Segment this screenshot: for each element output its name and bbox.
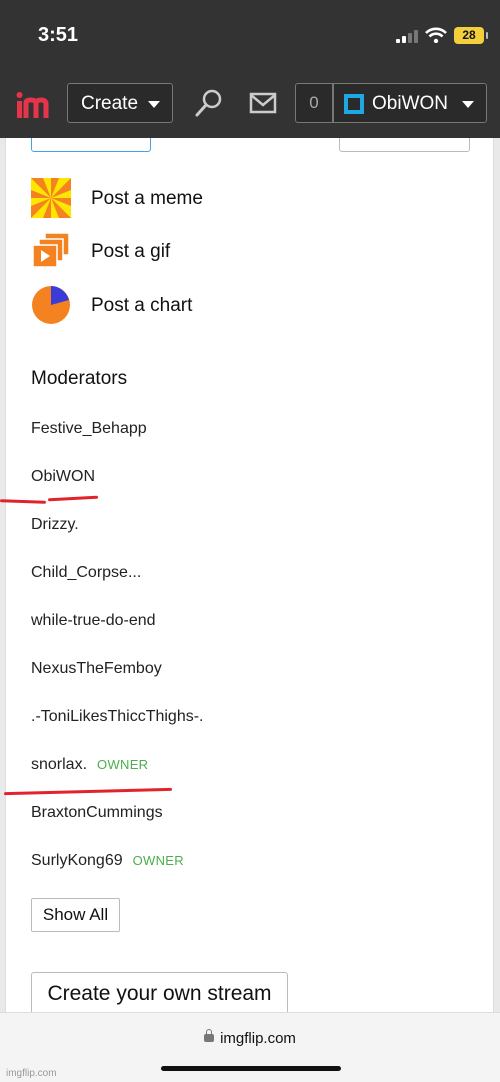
- moderator-link[interactable]: SurlyKong69 OWNER: [31, 852, 184, 870]
- moderator-link[interactable]: BraxtonCummings: [31, 804, 163, 822]
- create-stream-button[interactable]: Create your own stream: [31, 972, 288, 1015]
- moderator-link[interactable]: Drizzy.: [31, 516, 79, 534]
- moderator-link[interactable]: ObiWON: [31, 468, 95, 486]
- moderator-name: SurlyKong69: [31, 852, 123, 869]
- partially-hidden-button-right[interactable]: [339, 138, 470, 152]
- browser-address-bar[interactable]: imgflip.com imgflip.com: [0, 1012, 500, 1082]
- moderator-name: .-ToniLikesThiccThighs-.: [31, 708, 204, 725]
- moderator-name: while-true-do-end: [31, 612, 156, 629]
- create-label: Create: [81, 93, 139, 114]
- moderator-link[interactable]: snorlax. OWNER: [31, 756, 148, 774]
- moderator-link[interactable]: NexusTheFemboy: [31, 660, 162, 678]
- app-header: Create 0 ObiWON: [0, 74, 500, 138]
- moderator-link[interactable]: while-true-do-end: [31, 612, 156, 630]
- battery-icon: 28: [454, 27, 488, 44]
- moderator-name: BraxtonCummings: [31, 804, 163, 821]
- username-label: ObiWON: [372, 93, 448, 114]
- chevron-down-icon: [462, 101, 474, 108]
- user-avatar-icon: [344, 94, 364, 114]
- home-indicator[interactable]: [161, 1066, 341, 1071]
- post-gif-label: Post a gif: [91, 241, 171, 262]
- moderator-link[interactable]: Festive_Behapp: [31, 420, 147, 438]
- post-chart-label: Post a chart: [91, 295, 193, 316]
- meme-icon: [31, 178, 71, 218]
- chevron-down-icon: [148, 101, 160, 108]
- show-all-button[interactable]: Show All: [31, 898, 120, 932]
- moderator-name: snorlax.: [31, 756, 88, 773]
- moderator-name: Festive_Behapp: [31, 420, 147, 437]
- mail-icon[interactable]: [249, 92, 277, 114]
- gif-icon: [32, 232, 70, 268]
- wifi-icon: [425, 27, 447, 43]
- post-meme-label: Post a meme: [91, 188, 203, 209]
- moderators-heading: Moderators: [31, 368, 128, 389]
- user-menu-button[interactable]: ObiWON: [333, 83, 487, 123]
- signal-icon: [396, 29, 418, 43]
- imgflip-logo[interactable]: [14, 86, 54, 126]
- moderator-name: Child_Corpse...: [31, 564, 142, 581]
- url-text: imgflip.com: [220, 1030, 296, 1047]
- lock-icon: [204, 1029, 215, 1042]
- moderator-link[interactable]: Child_Corpse...: [31, 564, 141, 582]
- moderator-name: Drizzy.: [31, 516, 79, 533]
- notification-count-button[interactable]: 0: [295, 83, 333, 123]
- chart-icon: [32, 286, 70, 324]
- moderator-name: ObiWON: [31, 468, 95, 485]
- partially-hidden-button-left[interactable]: [31, 138, 151, 152]
- status-time: 3:51: [38, 24, 79, 46]
- status-bar: 3:51 28: [0, 0, 500, 74]
- create-menu-button[interactable]: Create: [67, 83, 173, 123]
- url-field[interactable]: imgflip.com: [0, 1029, 500, 1047]
- stream-sidebar-panel: Post a meme Post a gif Post a chart Mode…: [5, 138, 494, 1018]
- owner-badge: OWNER: [132, 853, 184, 868]
- watermark: imgflip.com: [6, 1068, 57, 1079]
- owner-badge: OWNER: [97, 757, 149, 772]
- moderator-name: NexusTheFemboy: [31, 660, 162, 677]
- moderator-link[interactable]: .-ToniLikesThiccThighs-.: [31, 708, 204, 726]
- search-icon[interactable]: [194, 88, 224, 118]
